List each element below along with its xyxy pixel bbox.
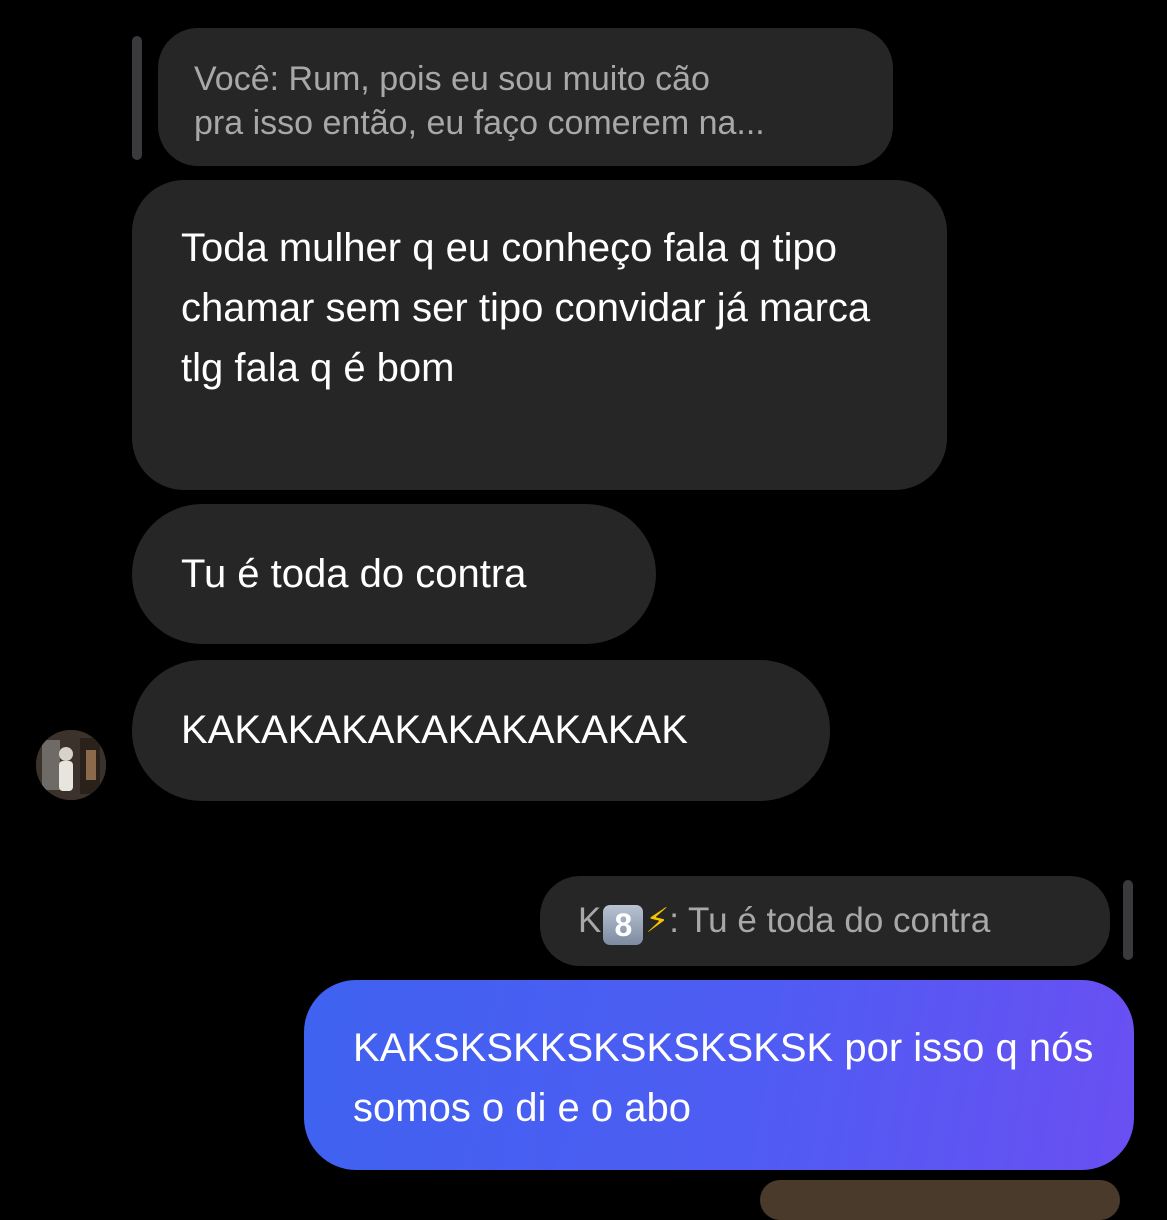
received-message-text: Tu é toda do contra <box>181 552 527 596</box>
received-message[interactable]: Toda mulher q eu conheço fala q tipo cha… <box>132 180 947 490</box>
sent-quoted-reply-text: : Tu é toda do contra <box>669 901 991 940</box>
next-message-peek <box>760 1180 1120 1220</box>
contact-avatar[interactable] <box>36 730 106 800</box>
sent-quoted-reply-bubble[interactable]: K 8 ⚡: Tu é toda do contra <box>540 876 1110 966</box>
sent-message[interactable]: KAKSKSKKSKSKSKSKSK por isso q nós somos … <box>304 980 1134 1170</box>
quoted-reply-line-1: Você: Rum, pois eu sou muito cão <box>194 60 710 98</box>
reply-author-prefix: K <box>578 901 602 940</box>
quoted-reply-bubble[interactable]: Você: Rum, pois eu sou muito cão pra iss… <box>158 28 893 166</box>
keycap-8-icon: 8 <box>603 905 644 945</box>
received-message[interactable]: Tu é toda do contra <box>132 504 656 644</box>
received-message-text: KAKAKAKAKAKAKAKAKAK <box>181 708 688 752</box>
received-message-text: Toda mulher q eu conheço fala q tipo cha… <box>181 226 871 390</box>
received-message[interactable]: KAKAKAKAKAKAKAKAKAK <box>132 660 830 801</box>
reply-indicator-bar <box>132 36 142 160</box>
sent-reply-indicator-bar <box>1123 880 1133 960</box>
lightning-bolt-icon: ⚡ <box>645 902 670 940</box>
sent-message-text: KAKSKSKKSKSKSKSKSK por isso q nós somos … <box>353 1026 1094 1130</box>
quoted-reply-line-2: pra isso então, eu faço comerem na... <box>194 104 765 142</box>
avatar-photo-icon <box>36 730 106 800</box>
